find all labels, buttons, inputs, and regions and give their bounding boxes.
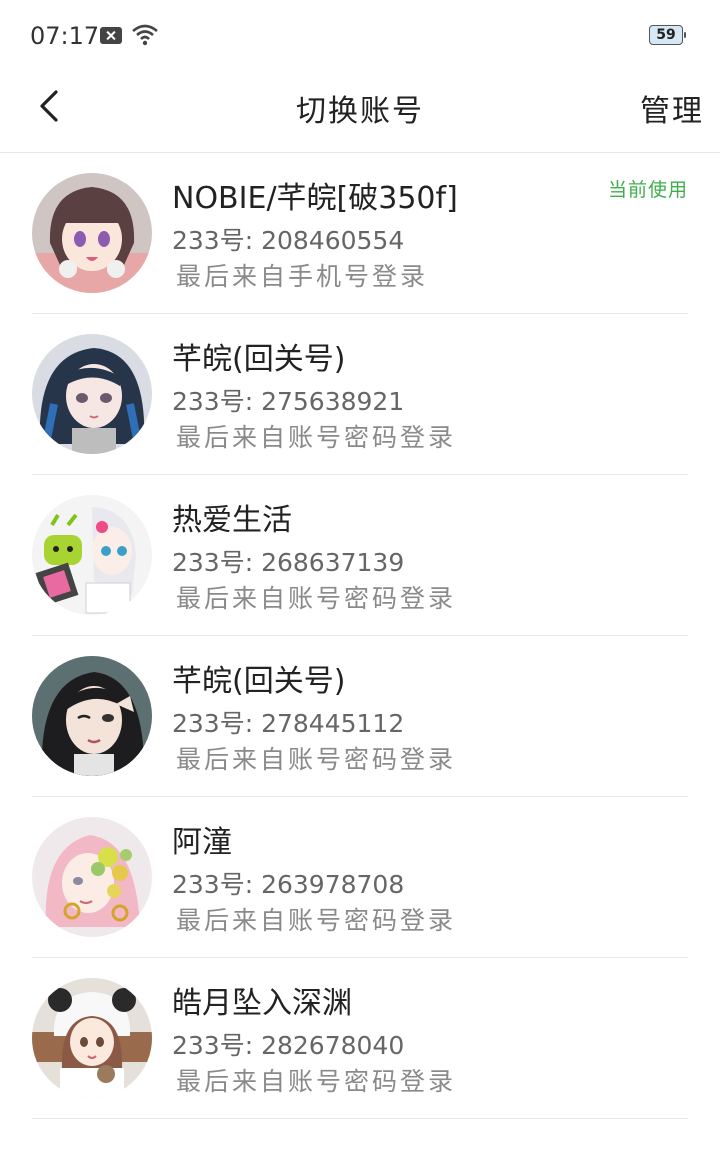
account-row[interactable]: 皓月坠入深渊 233号: 282678040 最后来自账号密码登录 [32, 958, 688, 1119]
account-name: 皓月坠入深渊 [172, 986, 352, 1021]
account-name: 芊皖(回关号) [172, 664, 346, 699]
account-login-method: 最后来自手机号登录 [176, 262, 429, 291]
nav-bar: 切换账号 管理 [0, 72, 720, 153]
account-list: NOBIE/芊皖[破350f] 233号: 208460554 最后来自手机号登… [0, 153, 720, 1119]
account-row[interactable]: 阿潼 233号: 263978708 最后来自账号密码登录 [32, 797, 688, 958]
status-time: 07:17 [30, 22, 100, 50]
account-row[interactable]: 芊皖(回关号) 233号: 275638921 最后来自账号密码登录 [32, 314, 688, 475]
account-id: 233号: 275638921 [172, 387, 405, 416]
current-account-badge: 当前使用 [607, 179, 688, 201]
account-name: 芊皖(回关号) [172, 342, 346, 377]
avatar [32, 817, 152, 937]
account-login-method: 最后来自账号密码登录 [176, 745, 457, 774]
notification-close-icon [100, 27, 122, 44]
account-row[interactable]: NOBIE/芊皖[破350f] 233号: 208460554 最后来自手机号登… [32, 153, 688, 314]
account-login-method: 最后来自账号密码登录 [176, 584, 457, 613]
account-id: 233号: 278445112 [172, 709, 405, 738]
account-login-method: 最后来自账号密码登录 [176, 906, 457, 935]
account-row[interactable]: 芊皖(回关号) 233号: 278445112 最后来自账号密码登录 [32, 636, 688, 797]
account-name: NOBIE/芊皖[破350f] [172, 181, 458, 216]
avatar [32, 656, 152, 776]
account-row[interactable]: 热爱生活 233号: 268637139 最后来自账号密码登录 [32, 475, 688, 636]
account-name: 阿潼 [172, 825, 232, 860]
avatar [32, 495, 152, 615]
status-bar: 07:17 59 [0, 0, 720, 72]
avatar [32, 173, 152, 293]
avatar [32, 978, 152, 1098]
account-id: 233号: 282678040 [172, 1031, 405, 1060]
account-id: 233号: 263978708 [172, 870, 405, 899]
account-login-method: 最后来自账号密码登录 [176, 1067, 457, 1096]
wifi-icon [132, 24, 158, 46]
manage-button[interactable]: 管理 [640, 86, 704, 130]
account-id: 233号: 268637139 [172, 548, 405, 577]
account-id: 233号: 208460554 [172, 226, 405, 255]
avatar [32, 334, 152, 454]
account-name: 热爱生活 [172, 503, 292, 538]
account-login-method: 最后来自账号密码登录 [176, 423, 457, 452]
battery-icon: 59 [649, 25, 686, 45]
page-title: 切换账号 [296, 94, 424, 129]
